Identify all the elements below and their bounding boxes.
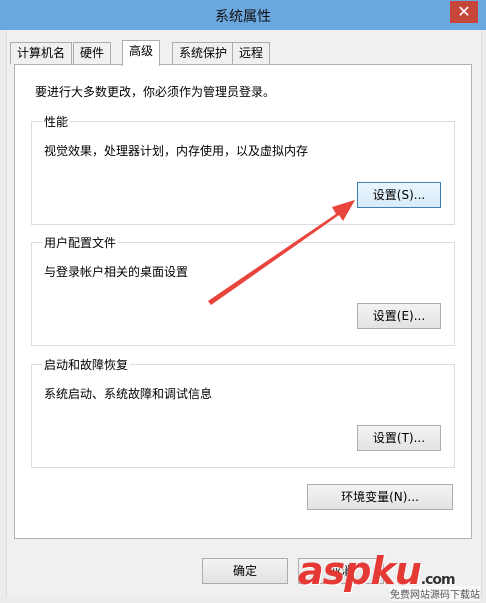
user-profiles-group: 用户配置文件 与登录帐户相关的桌面设置 设置(E)... [31, 234, 455, 346]
startup-recovery-desc: 系统启动、系统故障和调试信息 [44, 387, 213, 401]
tab-advanced[interactable]: 高级 [122, 40, 161, 66]
admin-notice: 要进行大多数更改，你必须作为管理员登录。 [35, 85, 276, 99]
ok-button[interactable]: 确定 [202, 558, 288, 584]
close-icon: ✕ [457, 2, 471, 21]
title-bar[interactable]: 系统属性 ✕ [0, 0, 486, 30]
startup-recovery-group: 启动和故障恢复 系统启动、系统故障和调试信息 设置(T)... [31, 356, 455, 468]
startup-recovery-title: 启动和故障恢复 [42, 356, 131, 373]
startup-recovery-settings-button[interactable]: 设置(T)... [357, 425, 441, 451]
performance-group: 性能 视觉效果，处理器计划，内存使用，以及虚拟内存 设置(S)... [31, 113, 455, 225]
close-button[interactable]: ✕ [450, 1, 478, 23]
performance-settings-button[interactable]: 设置(S)... [357, 182, 441, 208]
aspku-watermark: aspku.com 免费网站源码下载站 [292, 549, 482, 601]
tab-hardware[interactable]: 硬件 [73, 42, 112, 64]
user-profiles-settings-button[interactable]: 设置(E)... [357, 303, 441, 329]
user-profiles-desc: 与登录帐户相关的桌面设置 [44, 265, 189, 279]
window-title: 系统属性 [215, 9, 271, 25]
user-profiles-title: 用户配置文件 [42, 234, 119, 251]
watermark-subtitle: 免费网站源码下载站 [390, 586, 480, 601]
tab-system-protection[interactable]: 系统保护 [172, 42, 235, 64]
performance-desc: 视觉效果，处理器计划，内存使用，以及虚拟内存 [44, 144, 309, 158]
advanced-tab-panel: 要进行大多数更改，你必须作为管理员登录。 性能 视觉效果，处理器计划，内存使用，… [14, 64, 472, 539]
performance-title: 性能 [42, 113, 71, 130]
tab-computer-name[interactable]: 计算机名 [10, 42, 73, 64]
system-properties-window: 系统属性 ✕ 计算机名 硬件 高级 系统保护 远程 要进行大多数更改，你必须作为… [0, 0, 486, 603]
tab-remote[interactable]: 远程 [232, 42, 271, 64]
environment-variables-button[interactable]: 环境变量(N)... [307, 484, 453, 510]
